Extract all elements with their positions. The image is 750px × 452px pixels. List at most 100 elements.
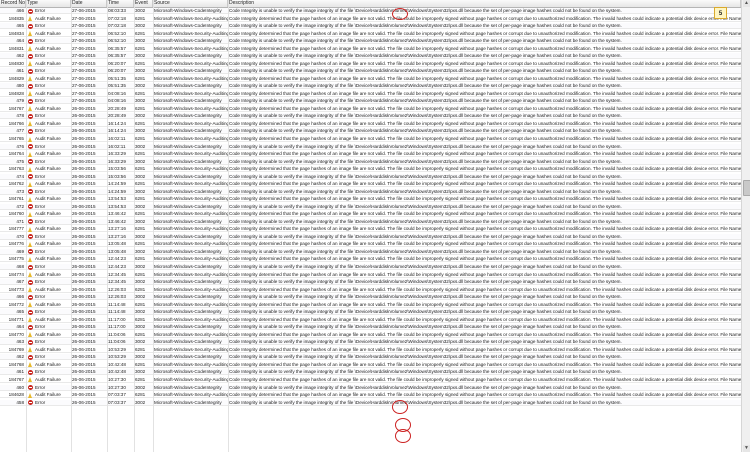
table-row[interactable]: 464 Error 27-06-2015 06:52:10 3002 Microsoft-… [0, 38, 741, 45]
table-row[interactable]: 477 Error 26-06-2015 16:14:24 3002 Microsoft-… [0, 128, 741, 135]
table-row[interactable]: 476 Error 26-06-2015 16:02:11 3002 Microsoft-… [0, 143, 741, 150]
table-row[interactable]: 460 Error 26-06-2015 10:27:30 3002 Microsoft-… [0, 384, 741, 391]
table-row[interactable]: 184768 Audit Failure 26-06-2015 10:42:48 628… [0, 362, 741, 368]
table-row[interactable]: 184776 Audit Failure 26-06-2015 13:05:48 628… [0, 241, 741, 248]
table-row[interactable]: 184834 Audit Failure 27-06-2015 06:52:10 628… [0, 31, 741, 37]
event-id-cell: 3002 [135, 309, 146, 315]
table-row[interactable]: 466 Error 27-06-2015 08:03:33 3002 Microsoft-… [0, 8, 741, 14]
table-row[interactable]: 184766 Audit Failure 26-06-2015 16:14:24 628… [0, 121, 741, 127]
source-cell: Microsoft-Windows-Security-Auditing [154, 105, 228, 111]
time-cell: 10:53:29 [108, 354, 126, 360]
table-row[interactable]: 474 Error 26-06-2015 15:03:56 3002 Microsoft-… [0, 173, 741, 180]
time-cell: 10:42:48 [108, 361, 126, 367]
table-row[interactable]: 461 Error 26-06-2015 10:42:48 3002 Microsoft-… [0, 369, 741, 376]
table-row[interactable]: 184769 Audit Failure 26-06-2015 10:53:29 628… [0, 347, 741, 353]
record-no-cell: 184762 [8, 181, 24, 187]
record-no-cell: 462 [16, 354, 24, 360]
table-row[interactable]: 464 Error 26-06-2015 11:17:00 3002 Microsoft-… [0, 324, 741, 331]
table-row[interactable]: 472 Error 26-06-2015 13:54:53 3002 Microsoft-… [0, 203, 741, 210]
description-cell: Code Integrity is unable to verify the i… [229, 279, 622, 285]
description-cell: Code Integrity determined that the page … [229, 30, 741, 36]
table-row[interactable]: 184761 Audit Failure 26-06-2015 13:54:53 628… [0, 196, 741, 203]
description-cell: Code Integrity is unable to verify the i… [229, 173, 622, 179]
type-cell: Error [35, 83, 46, 89]
event-id-cell: 6281 [135, 120, 146, 126]
table-row[interactable]: 184772 Audit Failure 26-06-2015 11:14:48 628… [0, 302, 741, 308]
table-row[interactable]: 473 Error 26-06-2015 14:24:59 3002 Microsoft-… [0, 188, 741, 195]
record-no-cell: 462 [16, 53, 24, 59]
date-cell: 27-06-2015 [72, 60, 96, 66]
table-row[interactable]: 466 Error 26-06-2015 12:26:03 3002 Microsoft-… [0, 294, 741, 301]
table-row[interactable]: 465 Error 27-06-2015 07:02:18 3002 Microsoft-… [0, 23, 741, 30]
time-cell: 13:54:53 [108, 203, 126, 209]
vertical-scrollbar[interactable]: ▲ ▼ [741, 0, 750, 452]
table-row[interactable]: 480 Error 27-06-2015 05:51:35 3002 Microsoft-… [0, 83, 741, 90]
table-row[interactable]: 470 Error 26-06-2015 13:27:16 3002 Microsoft-… [0, 233, 741, 240]
type-cell: Audit Failure [35, 286, 61, 292]
table-row[interactable]: 184831 Audit Failure 27-06-2015 06:35:57 628… [0, 46, 741, 52]
table-row[interactable]: 462 Error 27-06-2015 06:35:57 3002 Microsoft-… [0, 53, 741, 60]
table-row[interactable]: 184775 Audit Failure 26-06-2015 12:44:23 628… [0, 256, 741, 263]
table-row[interactable]: 479 Error 27-06-2015 04:08:16 3002 Microsoft-… [0, 98, 741, 105]
table-row[interactable]: 184767 Audit Failure 26-06-2015 10:27:30 628… [0, 377, 741, 383]
scroll-up-arrow-icon[interactable]: ▲ [743, 0, 750, 7]
event-id-cell: 3002 [135, 324, 146, 330]
scroll-down-arrow-icon[interactable]: ▼ [743, 445, 750, 452]
table-row[interactable]: 184763 Audit Failure 26-06-2015 15:03:56 628… [0, 166, 741, 173]
audit-failure-icon [28, 362, 32, 368]
type-cell: Audit Failure [35, 256, 61, 262]
table-row[interactable]: 184830 Audit Failure 27-06-2015 06:20:07 628… [0, 61, 741, 67]
table-row[interactable]: 462 Error 26-06-2015 10:53:29 3002 Microsoft-… [0, 354, 741, 361]
table-row[interactable]: 184767 Audit Failure 26-06-2015 20:28:49 628… [0, 106, 741, 112]
table-row[interactable]: 184762 Audit Failure 26-06-2015 14:24:59 628… [0, 181, 741, 188]
table-row[interactable]: 184829 Audit Failure 27-06-2015 05:51:35 628… [0, 76, 741, 82]
column-header-source[interactable]: Source [153, 0, 228, 7]
scrollbar-thumb[interactable] [743, 180, 750, 196]
audit-failure-icon [28, 211, 32, 217]
description-cell: Code Integrity is unable to verify the i… [229, 188, 622, 194]
description-cell: Code Integrity is unable to verify the i… [229, 143, 622, 149]
table-row[interactable]: 184771 Audit Failure 26-06-2015 11:17:00 628… [0, 317, 741, 323]
table-row[interactable]: 478 Error 26-06-2015 20:28:49 3002 Microsoft-… [0, 113, 741, 120]
description-cell: Code Integrity is unable to verify the i… [229, 354, 622, 360]
table-row[interactable]: 475 Error 26-06-2015 16:33:29 3002 Microsoft-… [0, 158, 741, 165]
table-row[interactable]: 184777 Audit Failure 26-06-2015 13:27:16 628… [0, 226, 741, 233]
column-header-description[interactable]: Description [228, 0, 741, 7]
audit-failure-icon [28, 256, 32, 262]
error-icon [28, 219, 33, 225]
event-id-cell: 6281 [135, 105, 146, 111]
type-cell: Error [35, 128, 46, 134]
table-row[interactable]: 184770 Audit Failure 26-06-2015 11:04:06 628… [0, 332, 741, 338]
table-row[interactable]: 468 Error 26-06-2015 12:44:23 3002 Microsoft-… [0, 264, 741, 271]
table-row[interactable]: 463 Error 26-06-2015 11:04:06 3002 Microsoft-… [0, 339, 741, 346]
table-row[interactable]: 184773 Audit Failure 26-06-2015 12:26:03 628… [0, 287, 741, 293]
table-row[interactable]: 465 Error 26-06-2015 11:14:48 3002 Microsoft-… [0, 309, 741, 316]
description-cell: Code Integrity is unable to verify the i… [229, 203, 622, 209]
table-row[interactable]: 184835 Audit Failure 27-06-2015 07:02:18 628… [0, 16, 741, 22]
table-row[interactable]: 184764 Audit Failure 26-06-2015 16:33:29 628… [0, 151, 741, 158]
source-cell: Microsoft-Windows-CodeIntegrity [154, 128, 222, 134]
date-cell: 26-06-2015 [72, 241, 96, 247]
column-header-date[interactable]: Date [71, 0, 107, 7]
table-row[interactable]: 461 Error 27-06-2015 06:20:07 3002 Microsoft-… [0, 68, 741, 75]
table-row[interactable]: 469 Error 26-06-2015 13:05:48 3002 Microsoft-… [0, 248, 741, 255]
table-row[interactable]: 458 Error 26-06-2015 07:03:37 3002 Microsoft-… [0, 399, 741, 406]
table-row[interactable]: 184628 Audit Failure 26-06-2015 07:03:37 628… [0, 392, 741, 399]
column-header-event[interactable]: Event [134, 0, 153, 7]
table-row[interactable]: 467 Error 26-06-2015 12:34:45 3002 Microsoft-… [0, 279, 741, 286]
table-row[interactable]: 471 Error 26-06-2015 13:46:42 3002 Microsoft-… [0, 218, 741, 225]
column-header-record-no[interactable]: Record No [0, 0, 26, 7]
table-row[interactable]: 184828 Audit Failure 27-06-2015 04:08:16 628… [0, 91, 741, 97]
type-cell: Audit Failure [35, 60, 61, 66]
record-no-cell: 472 [16, 203, 24, 209]
table-row[interactable]: 184760 Audit Failure 26-06-2015 13:46:42 628… [0, 211, 741, 218]
column-header-type[interactable]: Type [26, 0, 71, 7]
time-cell: 13:27:16 [108, 226, 126, 232]
description-cell: Code Integrity determined that the page … [229, 346, 741, 352]
column-header-time[interactable]: Time [107, 0, 134, 7]
date-cell: 26-06-2015 [72, 339, 96, 345]
description-cell: Code Integrity is unable to verify the i… [229, 68, 622, 74]
table-row[interactable]: 184774 Audit Failure 26-06-2015 12:34:45 628… [0, 272, 741, 278]
date-cell: 26-06-2015 [72, 120, 96, 126]
table-row[interactable]: 184765 Audit Failure 26-06-2015 16:02:11 628… [0, 136, 741, 142]
